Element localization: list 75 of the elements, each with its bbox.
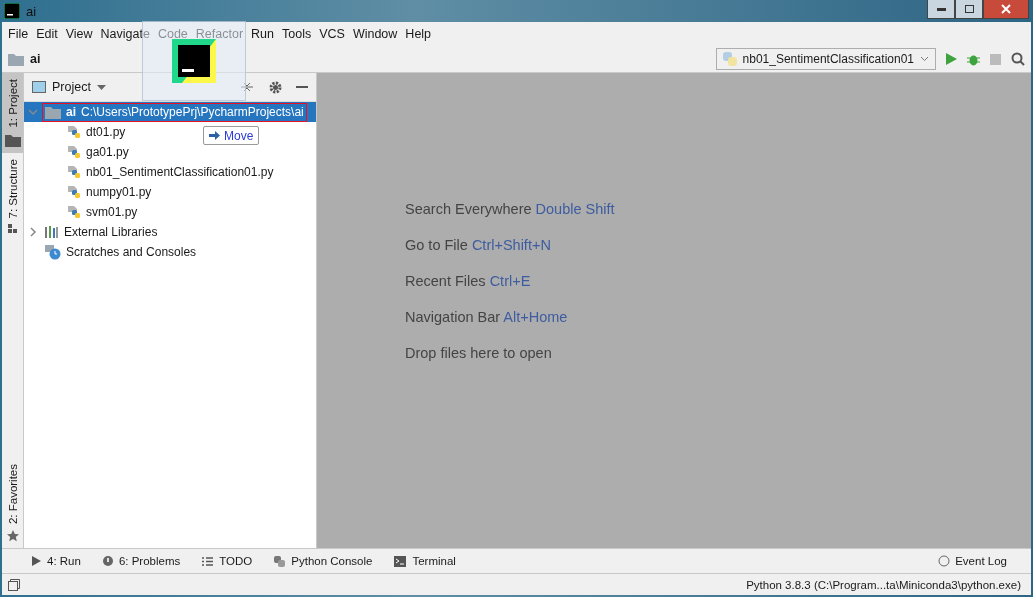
speech-bubble-icon	[938, 555, 951, 567]
app-logo-icon	[4, 3, 20, 19]
tool-window-tab[interactable]: TODO	[202, 555, 253, 567]
editor-hint: Search Everywhere Double Shift	[405, 200, 616, 217]
folder-icon	[8, 52, 24, 66]
side-tab[interactable]: 7: Structure	[2, 152, 23, 240]
tree-item-name[interactable]: dt01.py	[86, 125, 126, 139]
tree-item-name[interactable]: ai	[66, 105, 76, 119]
tree-item-name[interactable]: Scratches and Consoles	[66, 245, 197, 259]
structure-icon	[8, 224, 17, 234]
tree-item-name[interactable]: External Libraries	[64, 225, 158, 239]
file-logo-icon	[172, 39, 216, 83]
menu-item[interactable]: Tools	[280, 27, 318, 41]
python-file-icon	[67, 145, 81, 159]
chevron-down-icon	[920, 56, 929, 62]
close-button[interactable]	[983, 0, 1029, 19]
menu-item[interactable]: Window	[350, 27, 404, 41]
caret-icon[interactable]	[96, 84, 106, 90]
minimize-icon	[936, 7, 946, 11]
minimize-button[interactable]	[927, 0, 955, 19]
warning-circle-icon	[102, 556, 113, 566]
run-config-dropdown[interactable]: nb01_SentimentClassification01	[715, 48, 936, 70]
menu-item[interactable]: File	[6, 27, 35, 41]
move-tooltip: Move	[203, 126, 260, 145]
side-tab[interactable]: 2: Favorites	[2, 457, 23, 548]
python-file-icon	[67, 185, 81, 199]
editor-hint: Recent Files Ctrl+E	[405, 272, 532, 289]
menu-item[interactable]: Navigate	[98, 27, 156, 41]
tree-item-path: C:\Users\PrototypePrj\PycharmProjects\ai	[81, 105, 304, 119]
python-icon	[274, 555, 286, 567]
close-icon	[1001, 4, 1011, 14]
python-file-icon	[67, 125, 81, 139]
menu-item[interactable]: View	[63, 27, 99, 41]
tree-item-name[interactable]: ga01.py	[86, 145, 129, 159]
arrow-right-icon	[209, 131, 220, 140]
run-icon[interactable]	[946, 53, 957, 65]
tree-item-name[interactable]: numpy01.py	[86, 185, 152, 199]
terminal-icon	[394, 555, 407, 567]
window-title: ai	[26, 3, 37, 19]
python-file-icon	[67, 165, 81, 179]
side-tab[interactable]: 1: Project	[2, 73, 23, 153]
chevron-right-icon[interactable]	[28, 227, 38, 237]
menu-item[interactable]: Edit	[34, 27, 64, 41]
restore-icon	[964, 5, 974, 13]
menu-item[interactable]: Help	[403, 27, 438, 41]
panel-toggle-icon[interactable]	[8, 578, 20, 591]
python-icon	[722, 52, 737, 66]
python-file-icon	[67, 205, 81, 219]
folder-icon	[45, 105, 61, 119]
star-icon	[6, 530, 19, 542]
selected-tree-row[interactable]: ai C:\Users\PrototypePrj\PycharmProjects\ai	[24, 102, 316, 122]
window-icon	[32, 81, 46, 93]
tree-item-name[interactable]: nb01_SentimentClassification01.py	[86, 165, 274, 179]
panel-title[interactable]: Project	[52, 80, 91, 94]
list-icon	[202, 556, 214, 566]
tool-window-tab[interactable]: 6: Problems	[102, 555, 181, 567]
tool-window-tab[interactable]: Python Console	[274, 555, 373, 567]
menu-item[interactable]: VCS	[317, 27, 351, 41]
folder-icon	[4, 133, 21, 147]
play-icon	[32, 556, 41, 566]
event-log-button[interactable]: Event Log	[938, 555, 1007, 567]
tool-window-tab[interactable]: Terminal	[394, 555, 456, 567]
interpreter-status[interactable]: Python 3.8.3 (C:\Program...ta\Miniconda3\python.exe)	[746, 578, 1021, 591]
editor-hint: Drop files here to open	[405, 344, 553, 361]
settings-icon[interactable]	[269, 80, 282, 94]
editor-hint: Go to File Ctrl+Shift+N	[405, 236, 552, 253]
editor-hint: Navigation Bar Alt+Home	[405, 308, 569, 325]
tool-window-tab[interactable]: 4: Run	[32, 555, 81, 567]
maximize-button[interactable]	[955, 0, 983, 19]
breadcrumb[interactable]: ai	[30, 52, 41, 66]
search-icon[interactable]	[1011, 52, 1025, 66]
library-icon	[45, 226, 59, 238]
menu-item[interactable]: Run	[249, 27, 280, 41]
tree-item-name[interactable]: svm01.py	[86, 205, 138, 219]
scratch-clock-icon	[45, 244, 61, 260]
